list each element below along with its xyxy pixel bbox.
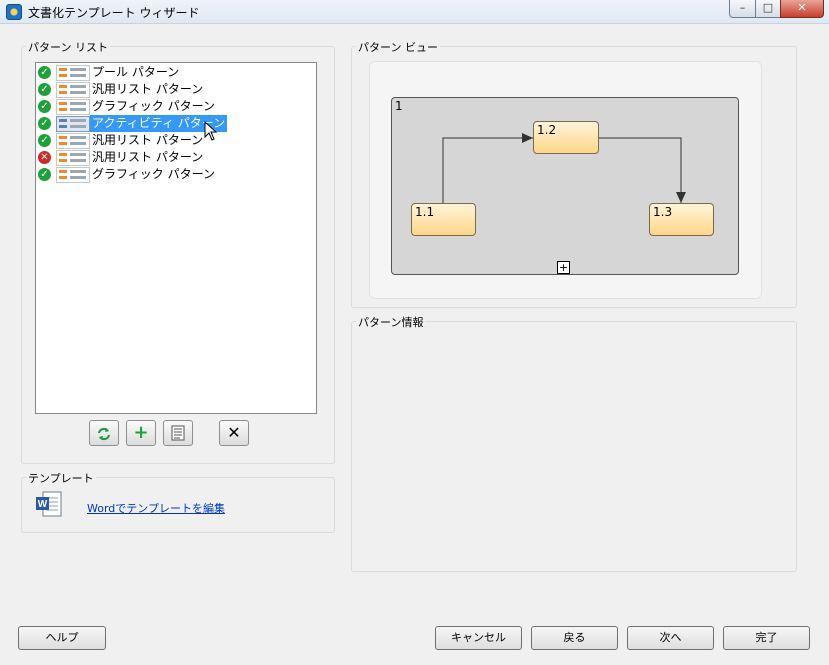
finish-button[interactable]: 完了	[723, 626, 810, 650]
activity-node: 1.3	[649, 203, 714, 236]
pattern-info-group	[351, 321, 797, 572]
expand-icon[interactable]: +	[557, 261, 570, 274]
help-button[interactable]: ヘルプ	[18, 626, 106, 650]
activity-node: 1.2	[533, 121, 599, 154]
pattern-info-label: パターン情報	[356, 314, 426, 330]
cancel-button[interactable]: キャンセル	[435, 626, 522, 650]
next-button[interactable]: 次へ	[627, 626, 714, 650]
activity-node: 1.1	[411, 203, 476, 236]
back-button[interactable]: 戻る	[531, 626, 618, 650]
